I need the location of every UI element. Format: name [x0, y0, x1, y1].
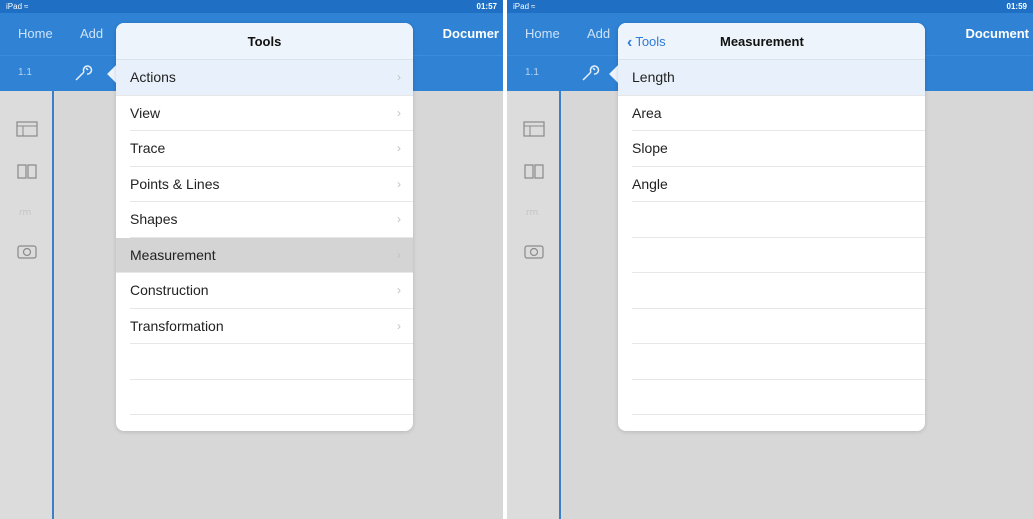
book-icon[interactable]: [15, 161, 39, 181]
menu-item-actions[interactable]: Actions ›: [116, 60, 413, 96]
empty-row: [632, 273, 925, 309]
home-button[interactable]: Home: [18, 26, 53, 41]
chevron-right-icon: ›: [397, 283, 401, 297]
menu-item-label: Construction: [130, 282, 209, 298]
menu-item-label: View: [130, 104, 161, 121]
carrier-label: iPad: [6, 2, 23, 11]
popover-title: Measurement: [720, 34, 804, 49]
document-button[interactable]: Document: [965, 26, 1029, 41]
chevron-left-icon: ‹: [627, 34, 633, 51]
back-button[interactable]: ‹ Tools: [627, 33, 666, 51]
wrench-icon[interactable]: [72, 62, 94, 84]
camera-icon[interactable]: [522, 241, 546, 261]
book-icon[interactable]: [522, 161, 546, 181]
chevron-right-icon: ›: [397, 318, 401, 333]
empty-row: [632, 344, 925, 380]
side-rail: rm: [507, 91, 561, 519]
chevron-right-icon: ›: [397, 212, 401, 226]
carrier-label: iPad: [513, 2, 530, 11]
popover-header: ‹ Tools Measurement: [618, 23, 925, 60]
tools-list: Actions › View › Trace › Points & Lines › Sh…: [116, 60, 413, 415]
document-button[interactable]: Documer: [443, 26, 499, 41]
empty-row: [130, 344, 413, 380]
menu-item-view[interactable]: View ›: [130, 96, 413, 131]
chevron-right-icon: ›: [397, 70, 401, 84]
menu-item-label: Measurement: [130, 246, 216, 263]
measurement-list: Length Area Slope Angle: [618, 60, 925, 415]
add-button[interactable]: Add: [80, 26, 103, 41]
chevron-right-icon: ›: [397, 141, 401, 155]
page-tab[interactable]: 1.1: [525, 67, 539, 78]
add-button[interactable]: Add: [587, 26, 610, 41]
empty-row: [632, 238, 925, 273]
script-icon[interactable]: rm: [522, 201, 546, 221]
popover-title: Tools: [247, 34, 282, 49]
menu-item-transformation[interactable]: Transformation ›: [130, 309, 413, 344]
menu-item-slope[interactable]: Slope: [632, 131, 925, 167]
wrench-icon[interactable]: [579, 62, 601, 84]
popover-header: Tools: [116, 23, 413, 60]
menu-item-construction[interactable]: Construction ›: [130, 273, 413, 309]
status-time: 01:57: [476, 2, 497, 11]
back-button-label: Tools: [635, 34, 666, 49]
menu-item-label: Trace: [130, 140, 166, 156]
tools-popover: Tools Actions › View › Trace › Points & Lin…: [116, 23, 413, 431]
menu-item-label: Points & Lines: [130, 175, 220, 192]
side-rail: rm: [0, 91, 54, 519]
menu-item-label: Slope: [632, 140, 668, 156]
chevron-right-icon: ›: [397, 176, 401, 191]
empty-row: [632, 380, 925, 415]
menu-item-shapes[interactable]: Shapes ›: [130, 202, 413, 238]
page-tab[interactable]: 1.1: [18, 67, 32, 78]
chevron-right-icon: ›: [397, 105, 401, 120]
status-bar: iPad ≈ 01:59: [507, 0, 1033, 13]
menu-item-label: Angle: [632, 175, 668, 192]
wifi-icon: ≈: [531, 2, 536, 11]
menu-item-length[interactable]: Length: [618, 60, 925, 96]
status-bar: iPad ≈ 01:57: [0, 0, 503, 13]
empty-row: [632, 309, 925, 344]
status-time: 01:59: [1006, 2, 1027, 11]
script-icon[interactable]: rm: [15, 201, 39, 221]
layout-icon[interactable]: [522, 119, 546, 139]
ipad-screen-tools: iPad ≈ 01:57 Home Add Documer 1.1 rm Too…: [0, 0, 503, 519]
chevron-right-icon: ›: [397, 247, 401, 262]
menu-item-angle[interactable]: Angle: [632, 167, 925, 202]
home-button[interactable]: Home: [525, 26, 560, 41]
menu-item-label: Actions: [130, 69, 176, 85]
wifi-icon: ≈: [24, 2, 29, 11]
empty-row: [130, 380, 413, 415]
empty-row: [632, 202, 925, 238]
menu-item-points-lines[interactable]: Points & Lines ›: [130, 167, 413, 202]
layout-icon[interactable]: [15, 119, 39, 139]
svg-text:rm: rm: [19, 208, 31, 218]
menu-item-label: Shapes: [130, 211, 178, 227]
menu-item-measurement[interactable]: Measurement ›: [116, 237, 413, 273]
camera-icon[interactable]: [15, 241, 39, 261]
menu-item-label: Area: [632, 104, 662, 121]
screenshot: iPad ≈ 01:57 Home Add Documer 1.1 rm Too…: [0, 0, 1033, 519]
menu-item-label: Transformation: [130, 317, 224, 334]
menu-item-trace[interactable]: Trace ›: [130, 131, 413, 167]
svg-text:rm: rm: [526, 208, 538, 218]
menu-item-label: Length: [632, 69, 675, 85]
ipad-screen-measurement: iPad ≈ 01:59 Home Add Document 1.1 rm ‹ …: [507, 0, 1033, 519]
measurement-popover: ‹ Tools Measurement Length Area Slope Ang…: [618, 23, 925, 431]
menu-item-area[interactable]: Area: [632, 96, 925, 131]
